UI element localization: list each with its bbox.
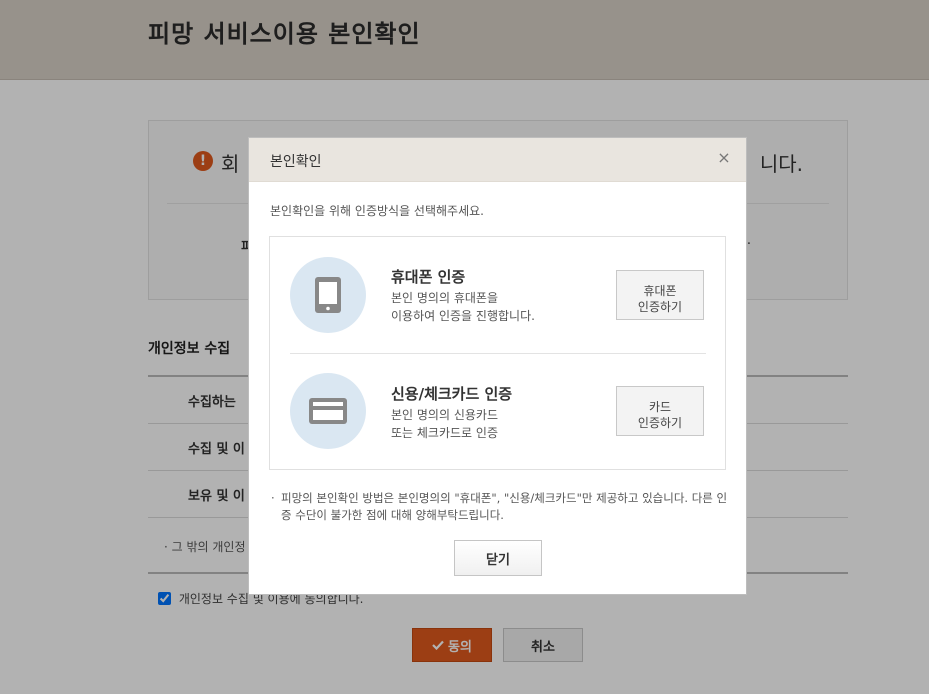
modal-notice: · 피망의 본인확인 방법은 본인명의의 "휴대폰", "신용/체크카드"만 제… <box>271 490 731 524</box>
method-box: 휴대폰 인증 본인 명의의 휴대폰을 이용하여 인증을 진행합니다. 휴대폰 인… <box>269 236 726 470</box>
method-desc: 본인 명의의 신용카드 또는 체크카드로 인증 <box>391 406 498 442</box>
method-desc-line: 이용하여 인증을 진행합니다. <box>391 309 535 323</box>
phone-icon <box>315 277 341 313</box>
method-name: 휴대폰 인증 <box>391 268 466 286</box>
method-desc-line: 또는 체크카드로 인증 <box>391 426 498 440</box>
notice-bullet: · <box>271 491 275 505</box>
card-verify-button[interactable]: 카드 인증하기 <box>616 386 704 436</box>
verification-modal: 본인확인 × 본인확인을 위해 인증방식을 선택해주세요. 휴대폰 인증 본인 … <box>248 137 747 595</box>
modal-title: 본인확인 <box>270 154 322 170</box>
phone-verify-button[interactable]: 휴대폰 인증하기 <box>616 270 704 320</box>
button-line: 휴대폰 <box>643 283 677 298</box>
method-desc: 본인 명의의 휴대폰을 이용하여 인증을 진행합니다. <box>391 289 535 325</box>
close-icon[interactable]: × <box>714 148 734 168</box>
button-line: 인증하기 <box>637 299 683 314</box>
button-line: 인증하기 <box>637 415 683 430</box>
method-desc-line: 본인 명의의 휴대폰을 <box>391 291 498 305</box>
phone-icon-circle <box>290 257 366 333</box>
modal-description: 본인확인을 위해 인증방식을 선택해주세요. <box>270 204 484 218</box>
button-line: 카드 <box>648 399 672 414</box>
method-card: 신용/체크카드 인증 본인 명의의 신용카드 또는 체크카드로 인증 카드 인증… <box>270 354 725 470</box>
credit-card-icon <box>309 398 347 424</box>
method-desc-line: 본인 명의의 신용카드 <box>391 408 498 422</box>
notice-text: 피망의 본인확인 방법은 본인명의의 "휴대폰", "신용/체크카드"만 제공하… <box>281 491 728 522</box>
method-phone: 휴대폰 인증 본인 명의의 휴대폰을 이용하여 인증을 진행합니다. 휴대폰 인… <box>270 237 725 353</box>
card-icon-circle <box>290 373 366 449</box>
close-button[interactable]: 닫기 <box>454 540 542 576</box>
method-name: 신용/체크카드 인증 <box>391 385 513 403</box>
modal-header: 본인확인 × <box>249 138 746 182</box>
